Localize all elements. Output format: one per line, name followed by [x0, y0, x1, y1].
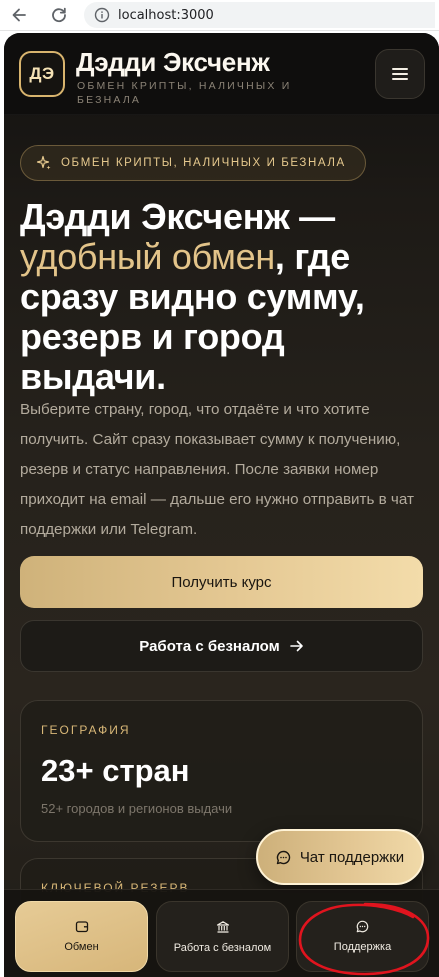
- bottom-nav-cashless[interactable]: Работа с безналом: [156, 901, 289, 972]
- arrow-right-icon: [289, 640, 303, 652]
- back-button[interactable]: [6, 2, 32, 28]
- browser-toolbar: localhost:3000: [0, 0, 439, 31]
- site-header: ДЭ Дэдди Эксченж Обмен крипты, наличных …: [4, 33, 439, 115]
- bank-icon: [216, 920, 229, 933]
- badge-text: Обмен крипты, наличных и безнала: [61, 157, 346, 169]
- arrow-left-icon: [12, 8, 26, 22]
- bottom-nav-support[interactable]: Поддержка: [296, 901, 429, 972]
- bottom-nav-label: Поддержка: [333, 941, 392, 953]
- cashless-button[interactable]: Работа с безналом: [20, 620, 423, 672]
- stat-value: 23+ стран: [41, 753, 190, 788]
- wallet-icon: [75, 921, 88, 933]
- hero-title: Дэдди Эксченж — удобный обмен, где сразу…: [20, 197, 420, 397]
- chat-icon: [356, 920, 369, 933]
- get-rate-button[interactable]: Получить курс: [20, 556, 423, 608]
- bottom-nav-label: Обмен: [64, 941, 99, 953]
- brand-name[interactable]: Дэдди Эксченж: [76, 47, 270, 78]
- stat-subtext: 52+ городов и регионов выдачи: [41, 801, 233, 816]
- address-bar[interactable]: localhost:3000: [84, 2, 435, 28]
- hero-title-part1: Дэдди Эксченж —: [20, 196, 335, 237]
- chat-icon: [276, 850, 290, 864]
- logo-text: ДЭ: [29, 64, 55, 83]
- reload-icon: [52, 7, 66, 23]
- stat-label: География: [41, 723, 131, 737]
- bottom-nav-exchange[interactable]: Обмен: [15, 901, 148, 972]
- logo[interactable]: ДЭ: [19, 51, 65, 97]
- support-chat-label: Чат поддержки: [299, 848, 405, 866]
- info-icon: [94, 7, 110, 23]
- sparkle-icon: [36, 155, 51, 170]
- reload-button[interactable]: [46, 2, 72, 28]
- brand-tagline: Обмен крипты, наличных и безнала: [77, 80, 292, 106]
- hero-badge: Обмен крипты, наличных и безнала: [20, 145, 366, 181]
- support-chat-button[interactable]: Чат поддержки: [256, 829, 424, 885]
- url-text: localhost:3000: [118, 7, 214, 23]
- hero-description: Выберите страну, город, что отдаёте и чт…: [20, 401, 414, 538]
- stat-card-geography: География 23+ стран 52+ городов и регион…: [20, 700, 423, 842]
- bottom-navigation: Обмен Работа с безналом Поддержка: [4, 889, 439, 977]
- cashless-label: Работа с безналом: [139, 637, 280, 655]
- app-frame: ДЭ Дэдди Эксченж Обмен крипты, наличных …: [4, 33, 439, 977]
- hero-title-accent: удобный обмен: [20, 236, 275, 277]
- get-rate-label: Получить курс: [171, 573, 272, 591]
- hamburger-icon: [392, 68, 408, 80]
- menu-button[interactable]: [375, 49, 425, 99]
- bottom-nav-label: Работа с безналом: [173, 941, 272, 954]
